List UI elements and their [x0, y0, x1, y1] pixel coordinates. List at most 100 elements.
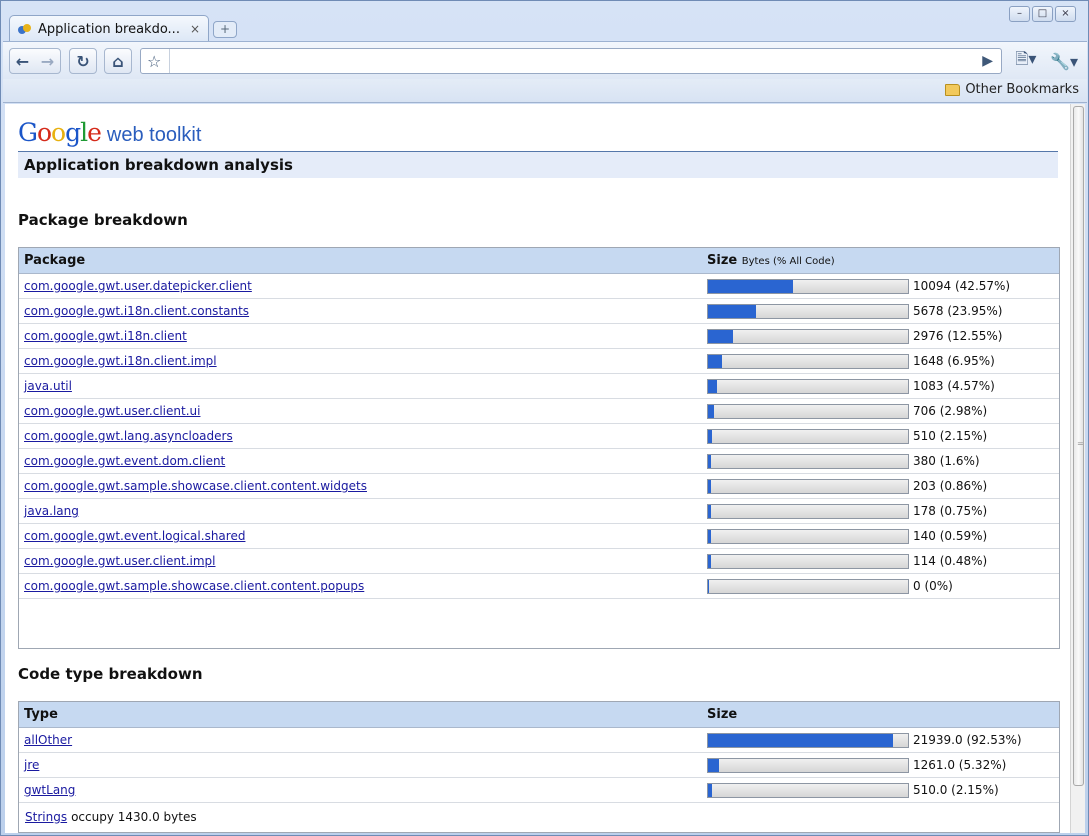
size-column-note: Bytes (% All Code) [741, 256, 835, 267]
size-bar [707, 328, 909, 344]
size-value: 10094 (42.57%) [913, 279, 1011, 293]
table-row: jre 1261.0 (5.32%) [19, 753, 1059, 778]
tab-close-icon[interactable]: × [190, 22, 200, 36]
go-icon[interactable]: ▶ [982, 53, 993, 69]
size-bar-fill [708, 404, 714, 418]
package-link[interactable]: com.google.gwt.user.client.ui [24, 404, 200, 418]
table-row: allOther 21939.0 (92.53%) [19, 728, 1059, 753]
package-name-cell: com.google.gwt.event.logical.shared [19, 529, 707, 543]
package-name-cell: com.google.gwt.user.client.ui [19, 404, 707, 418]
star-icon[interactable]: ☆ [147, 52, 161, 71]
size-value: 380 (1.6%) [913, 454, 980, 468]
size-bar [707, 578, 909, 594]
package-link[interactable]: com.google.gwt.i18n.client [24, 329, 187, 343]
address-divider [169, 49, 170, 73]
type-link[interactable]: jre [24, 758, 39, 772]
size-bar-fill [708, 429, 713, 443]
size-bar [707, 378, 909, 394]
package-name-cell: com.google.gwt.sample.showcase.client.co… [19, 479, 707, 493]
size-bar [707, 757, 909, 773]
size-bar [707, 782, 909, 798]
size-bar [707, 453, 909, 469]
code-type-rows: allOther 21939.0 (92.53%) jre 1261.0 (5.32%… [19, 728, 1059, 803]
close-window-button[interactable]: × [1055, 6, 1076, 22]
size-bar-fill [708, 579, 710, 593]
forward-icon[interactable]: → [41, 52, 54, 71]
package-column-header: Package [24, 253, 86, 268]
maximize-button[interactable]: □ [1032, 6, 1053, 22]
address-bar[interactable]: ☆ ▶ [140, 48, 1002, 74]
size-value: 114 (0.48%) [913, 554, 988, 568]
package-name-cell: com.google.gwt.user.datepicker.client [19, 279, 707, 293]
package-link[interactable]: com.google.gwt.lang.asyncloaders [24, 429, 233, 443]
browser-tab[interactable]: Application breakdo... × [9, 15, 209, 42]
wrench-menu-button[interactable]: 🔧▾ [1047, 48, 1081, 74]
package-link[interactable]: java.lang [24, 504, 79, 518]
package-link[interactable]: com.google.gwt.user.datepicker.client [24, 279, 252, 293]
package-name-cell: com.google.gwt.event.dom.client [19, 454, 707, 468]
package-table-header: Package Size Bytes (% All Code) [19, 248, 1059, 274]
strings-link[interactable]: Strings [25, 810, 67, 824]
bookmarks-bar: Other Bookmarks [3, 79, 1087, 103]
type-link[interactable]: allOther [24, 733, 72, 747]
package-link[interactable]: com.google.gwt.event.dom.client [24, 454, 225, 468]
package-link[interactable]: com.google.gwt.user.client.impl [24, 554, 215, 568]
minimize-button[interactable]: – [1009, 6, 1030, 22]
size-bar-fill [708, 329, 734, 343]
scrollbar-thumb[interactable]: = [1073, 106, 1084, 786]
package-name-cell: com.google.gwt.i18n.client.constants [19, 304, 707, 318]
table-row: gwtLang 510.0 (2.15%) [19, 778, 1059, 803]
back-forward-group: ← → [9, 48, 61, 74]
tab-title: Application breakdo... [38, 21, 180, 37]
size-bar-fill [708, 733, 894, 747]
size-value: 510.0 (2.15%) [913, 783, 999, 797]
code-type-breakdown-heading: Code type breakdown [18, 665, 203, 683]
package-link[interactable]: com.google.gwt.sample.showcase.client.co… [24, 479, 367, 493]
size-bar [707, 303, 909, 319]
window-controls: – □ × [1009, 6, 1076, 22]
package-name-cell: com.google.gwt.i18n.client.impl [19, 354, 707, 368]
table-row: com.google.gwt.event.logical.shared 140 (… [19, 524, 1059, 549]
package-name-cell: com.google.gwt.i18n.client [19, 329, 707, 343]
size-bar [707, 403, 909, 419]
size-bar [707, 478, 909, 494]
package-rows: com.google.gwt.user.datepicker.client 100… [19, 274, 1059, 599]
size-column-header: Size [707, 707, 738, 722]
page-menu-button[interactable]: 🗎▾ [1009, 48, 1043, 74]
size-value: 706 (2.98%) [913, 404, 988, 418]
reload-button[interactable]: ↻ [69, 48, 97, 74]
strings-note: Strings occupy 1430.0 bytes [19, 803, 1059, 831]
size-bar-fill [708, 454, 712, 468]
type-name-cell: gwtLang [19, 783, 707, 797]
type-link[interactable]: gwtLang [24, 783, 75, 797]
type-column-header: Type [24, 707, 58, 722]
size-value: 0 (0%) [913, 579, 953, 593]
back-icon[interactable]: ← [16, 52, 29, 71]
size-value: 203 (0.86%) [913, 479, 988, 493]
table-row: com.google.gwt.event.dom.client 380 (1.6%… [19, 449, 1059, 474]
size-value: 1648 (6.95%) [913, 354, 995, 368]
package-link[interactable]: com.google.gwt.sample.showcase.client.co… [24, 579, 364, 593]
package-link[interactable]: com.google.gwt.i18n.client.impl [24, 354, 217, 368]
code-type-breakdown-table: Type Size allOther 21939.0 (92.53%) jre 126… [18, 701, 1060, 833]
home-button[interactable]: ⌂ [104, 48, 132, 74]
new-tab-button[interactable]: + [213, 21, 237, 38]
package-name-cell: java.lang [19, 504, 707, 518]
size-bar-fill [708, 479, 711, 493]
size-value: 1083 (4.57%) [913, 379, 995, 393]
package-link[interactable]: com.google.gwt.i18n.client.constants [24, 304, 249, 318]
package-link[interactable]: java.util [24, 379, 72, 393]
gwt-favicon-icon [18, 24, 32, 34]
page-title: Application breakdown analysis [18, 151, 1058, 178]
size-value: 140 (0.59%) [913, 529, 988, 543]
other-bookmarks-label: Other Bookmarks [965, 82, 1079, 97]
vertical-scrollbar[interactable]: = [1070, 104, 1085, 833]
type-name-cell: jre [19, 758, 707, 772]
other-bookmarks-button[interactable]: Other Bookmarks [945, 82, 1079, 97]
table-row: com.google.gwt.i18n.client.impl 1648 (6.9… [19, 349, 1059, 374]
table-row: java.util 1083 (4.57%) [19, 374, 1059, 399]
table-row: com.google.gwt.user.client.impl 114 (0.48… [19, 549, 1059, 574]
folder-icon [945, 83, 961, 96]
package-link[interactable]: com.google.gwt.event.logical.shared [24, 529, 245, 543]
code-type-table-header: Type Size [19, 702, 1059, 728]
